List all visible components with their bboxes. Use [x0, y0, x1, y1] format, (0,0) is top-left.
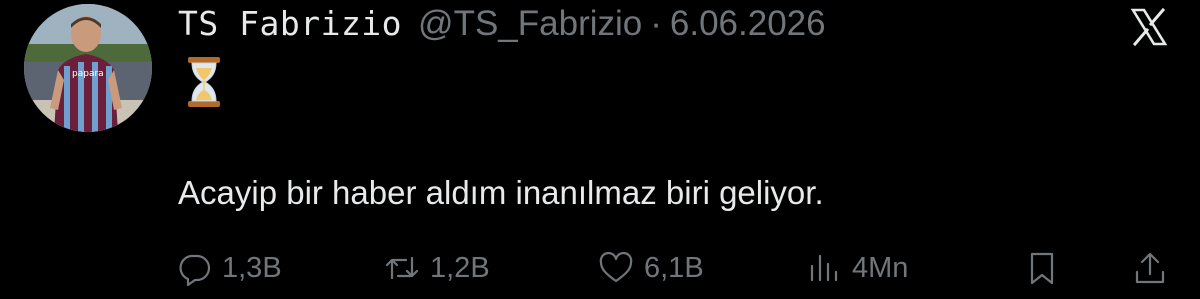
tweet-date[interactable]: 6.06.2026 [670, 4, 826, 44]
tweet-actions: 1,3B 1,2B 6,1B 4Mn [176, 246, 1186, 290]
reply-button[interactable]: 1,3B [176, 246, 282, 290]
reply-icon [179, 254, 211, 286]
share-icon [1135, 252, 1165, 284]
analytics-icon [810, 254, 838, 282]
bookmark-icon [1030, 252, 1054, 285]
user-handle[interactable]: @TS_Fabrizio [418, 4, 642, 44]
views-count: 4Mn [852, 251, 909, 284]
tweet-header: TS Fabrizio @TS_Fabrizio · 6.06.2026 [178, 4, 826, 44]
display-name[interactable]: TS Fabrizio [178, 4, 402, 43]
retweet-button[interactable]: 1,2B [384, 246, 490, 290]
avatar-image: papara [24, 4, 152, 132]
hourglass-emoji-icon [188, 57, 220, 107]
heart-icon [599, 251, 633, 283]
retweet-icon [385, 256, 419, 280]
avatar[interactable]: papara [24, 4, 152, 132]
tweet-text: Acayip bir haber aldım inanılmaz biri ge… [178, 174, 824, 211]
like-button[interactable]: 6,1B [598, 246, 704, 290]
views-button[interactable]: 4Mn [806, 246, 908, 290]
reply-count: 1,3B [222, 251, 282, 284]
x-logo-icon [1130, 8, 1168, 46]
share-button[interactable] [1132, 246, 1168, 290]
avatar-shirt-text: papara [72, 69, 104, 79]
retweet-count: 1,2B [430, 251, 490, 284]
bookmark-button[interactable] [1024, 246, 1060, 290]
separator-dot: · [650, 4, 662, 43]
like-count: 6,1B [644, 251, 704, 284]
